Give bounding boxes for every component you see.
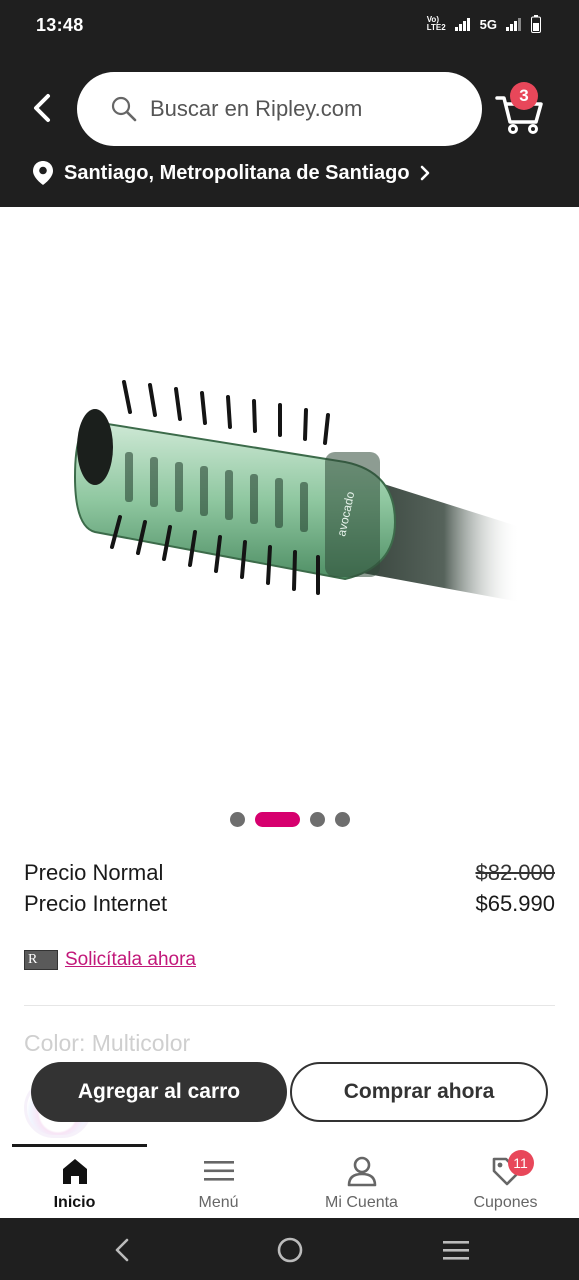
add-to-cart-button[interactable]: Agregar al carro <box>31 1062 287 1122</box>
network-type-label: 5G <box>479 16 497 32</box>
header: Buscar en Ripley.com 3 Santiago, Metropo… <box>0 52 579 207</box>
price-internet-row: Precio Internet $65.990 <box>24 891 555 917</box>
status-bar: 13:48 Vo) LTE2 5G <box>0 0 579 52</box>
search-icon <box>110 95 138 123</box>
system-recents-button[interactable] <box>441 1235 471 1265</box>
location-pin-icon <box>33 161 53 185</box>
cart-count-badge: 3 <box>510 82 538 110</box>
search-input[interactable]: Buscar en Ripley.com <box>77 72 482 146</box>
status-time: 13:48 <box>36 15 84 35</box>
carousel-dots <box>0 810 579 828</box>
buy-now-button[interactable]: Comprar ahora <box>290 1062 548 1122</box>
back-button[interactable] <box>22 88 62 128</box>
signal-icon-2 <box>506 18 521 31</box>
ripley-card-logo: R <box>24 950 58 970</box>
location-label: Santiago, Metropolitana de Santiago <box>64 161 410 184</box>
nav-item-mi-cuenta[interactable]: Mi Cuenta <box>289 1152 434 1214</box>
carousel-dot[interactable] <box>229 811 245 827</box>
system-home-icon <box>277 1237 303 1263</box>
carousel-dot-active[interactable] <box>254 811 300 827</box>
battery-icon <box>531 15 541 33</box>
coupon-count-badge: 11 <box>507 1150 534 1176</box>
nav-label-inicio: Inicio <box>53 1194 96 1211</box>
chevron-right-icon <box>420 165 430 181</box>
search-placeholder: Buscar en Ripley.com <box>150 96 363 121</box>
product-image[interactable]: avocado <box>0 207 579 792</box>
price-internet-label: Precio Internet <box>24 891 168 916</box>
system-home-button[interactable] <box>275 1235 305 1265</box>
signal-icon <box>454 18 470 31</box>
color-label: Color: Multicolor <box>24 1030 191 1056</box>
price-internet-value: $65.990 <box>475 891 555 916</box>
volte-icon: Vo) LTE2 <box>426 15 446 32</box>
coupon-tag-icon: 11 <box>490 1150 534 1190</box>
hair-brush-dryer-image: avocado <box>73 380 520 602</box>
location-selector[interactable]: Santiago, Metropolitana de Santiago <box>32 160 430 186</box>
carousel-dot[interactable] <box>309 811 325 827</box>
status-icons: Vo) LTE2 5G <box>427 15 541 33</box>
nav-label-mi-cuenta: Mi Cuenta <box>325 1194 398 1211</box>
system-nav-bar <box>0 1218 579 1280</box>
menu-icon <box>203 1152 235 1190</box>
nav-label-menu: Menú <box>198 1194 239 1211</box>
nav-item-menu[interactable]: Menú <box>146 1152 291 1214</box>
back-arrow-icon <box>34 94 50 122</box>
system-recents-icon <box>443 1241 469 1260</box>
apply-card-link[interactable]: Solicítala ahora <box>65 949 196 971</box>
bottom-nav: Inicio Menú Mi Cuenta 11 Cupones <box>0 1144 579 1218</box>
active-tab-indicator <box>12 1144 147 1147</box>
carousel-dot[interactable] <box>334 811 350 827</box>
divider <box>24 1005 555 1006</box>
user-icon <box>346 1152 378 1190</box>
ripley-card-row: R Solicítala ahora <box>24 949 196 971</box>
system-back-icon <box>115 1238 129 1262</box>
system-back-button[interactable] <box>107 1235 137 1265</box>
price-normal-value: $82.000 <box>475 860 555 885</box>
price-normal-label: Precio Normal <box>24 860 164 885</box>
nav-label-cupones: Cupones <box>473 1194 538 1211</box>
home-icon <box>60 1152 90 1190</box>
cart-button[interactable]: 3 <box>494 80 550 136</box>
nav-item-inicio[interactable]: Inicio <box>2 1152 147 1214</box>
price-normal-row: Precio Normal $82.000 <box>24 860 555 886</box>
nav-item-cupones[interactable]: 11 Cupones <box>433 1150 578 1214</box>
